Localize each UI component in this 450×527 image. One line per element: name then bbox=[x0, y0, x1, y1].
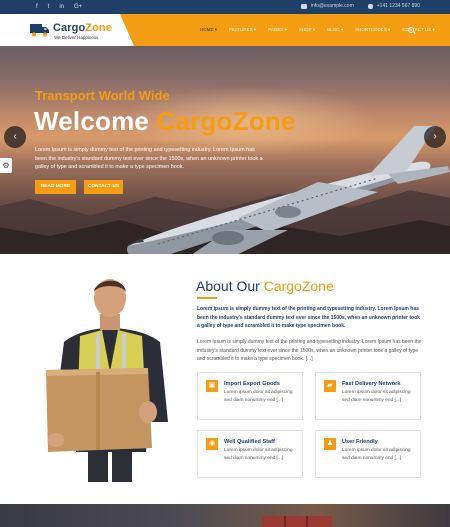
nav-features[interactable]: FEATURES ▾ bbox=[223, 27, 262, 33]
envelope-icon bbox=[300, 3, 307, 9]
shipping-containers-image bbox=[262, 516, 332, 527]
feature-card-qualified-staff[interactable]: ◉ Well Qualified Staff Lorem ipsum dolor… bbox=[197, 430, 303, 478]
feature-card-user-friendly[interactable]: ♟ User Friendly Lorem ipsum dolor sit ad… bbox=[315, 430, 421, 478]
twitter-icon[interactable]: t bbox=[48, 3, 50, 11]
nav-contact-us[interactable]: CONTACT US ▾ bbox=[396, 27, 440, 33]
logo-name: CargoZone bbox=[53, 22, 112, 34]
facebook-icon[interactable]: f bbox=[36, 3, 38, 11]
delivery-man-image bbox=[46, 279, 168, 482]
feature-card-title: Fast Delivery Network bbox=[342, 381, 401, 387]
email-text: info@example.com bbox=[310, 3, 354, 9]
phone-icon bbox=[367, 3, 373, 9]
nav-shop[interactable]: SHOP ▾ bbox=[293, 27, 321, 33]
phone-text: +141 1234 567 890 bbox=[376, 3, 420, 9]
about-body-text: Lorem ipsum is simply dummy text of the … bbox=[197, 339, 422, 362]
feature-card-text: Lorem ipsum dolor sit adipiscing sed dia… bbox=[342, 448, 411, 461]
top-bar: f t in G+ info@example.com +141 1234 567… bbox=[0, 0, 450, 14]
feature-card-title: User Friendly bbox=[342, 439, 378, 445]
settings-gear-icon[interactable]: ⚙ bbox=[0, 158, 12, 173]
title-underline bbox=[197, 297, 217, 299]
email-contact[interactable]: info@example.com bbox=[300, 3, 354, 9]
about-intro-text: Lorem ipsum is simply dummy text of the … bbox=[197, 306, 420, 329]
read-more-button[interactable]: READ MORE bbox=[35, 180, 76, 194]
nav-pages[interactable]: PAGES ▾ bbox=[262, 27, 293, 33]
hero-title-accent: CargoZone bbox=[156, 106, 296, 136]
feature-card-title: Import Export Goods bbox=[224, 381, 280, 387]
hero-description: Lorem Ipsum is simply dummy text of the … bbox=[35, 147, 263, 171]
box-icon: ▣ bbox=[206, 380, 218, 392]
logo-tagline: We Deliver Happiness bbox=[54, 35, 99, 40]
location-icon: ◉ bbox=[206, 438, 218, 450]
hero-slider: Transport World Wide Welcome CargoZone L… bbox=[0, 46, 450, 254]
hero-title: Welcome CargoZone bbox=[34, 106, 296, 137]
about-title: About Our CargoZone bbox=[196, 278, 334, 294]
phone-contact[interactable]: +141 1234 567 890 bbox=[367, 3, 420, 9]
slider-prev-arrow-icon[interactable]: ‹ bbox=[4, 126, 26, 148]
nav-home[interactable]: HOME ▾ bbox=[194, 27, 223, 33]
truck-icon: ▰ bbox=[324, 380, 336, 392]
feature-card-text: Lorem ipsum dolor sit adipiscing sed dia… bbox=[224, 448, 293, 461]
hero-title-main: Welcome bbox=[34, 106, 157, 136]
feature-card-import-export[interactable]: ▣ Import Export Goods Lorem ipsum dolor … bbox=[197, 372, 303, 420]
about-title-accent: CargoZone bbox=[263, 278, 334, 294]
search-icon[interactable] bbox=[408, 27, 414, 33]
nav-blog[interactable]: BLOG ▾ bbox=[321, 27, 349, 33]
logo-name-main: Cargo bbox=[53, 22, 86, 34]
feature-card-fast-delivery[interactable]: ▰ Fast Delivery Network Lorem ipsum dolo… bbox=[315, 372, 421, 420]
hero-subtitle: Transport World Wide bbox=[35, 88, 170, 103]
social-links: f t in G+ bbox=[36, 3, 82, 11]
feature-card-text: Lorem ipsum dolor sit adipiscing sed dia… bbox=[342, 390, 411, 403]
slider-next-arrow-icon[interactable]: › bbox=[424, 126, 446, 148]
feature-card-text: Lorem ipsum dolor sit adipiscing sed dia… bbox=[224, 390, 293, 403]
nav-shortcodes[interactable]: SHORTCODES ▾ bbox=[349, 27, 396, 33]
google-plus-icon[interactable]: G+ bbox=[74, 3, 82, 11]
contact-info: info@example.com +141 1234 567 890 bbox=[300, 3, 420, 9]
user-icon: ♟ bbox=[324, 438, 336, 450]
truck-logo-icon bbox=[30, 24, 49, 37]
main-header: CargoZone We Deliver Happiness HOME ▾ FE… bbox=[0, 14, 450, 46]
next-section-banner bbox=[0, 504, 450, 527]
feature-card-title: Well Qualified Staff bbox=[224, 439, 275, 445]
logo[interactable]: CargoZone We Deliver Happiness bbox=[0, 14, 134, 46]
contact-us-button[interactable]: CONTACT US bbox=[84, 180, 123, 194]
about-title-main: About Our bbox=[196, 278, 264, 294]
linkedin-icon[interactable]: in bbox=[59, 3, 64, 11]
main-nav: HOME ▾ FEATURES ▾ PAGES ▾ SHOP ▾ BLOG ▾ … bbox=[194, 27, 441, 33]
logo-name-accent: Zone bbox=[85, 22, 112, 34]
